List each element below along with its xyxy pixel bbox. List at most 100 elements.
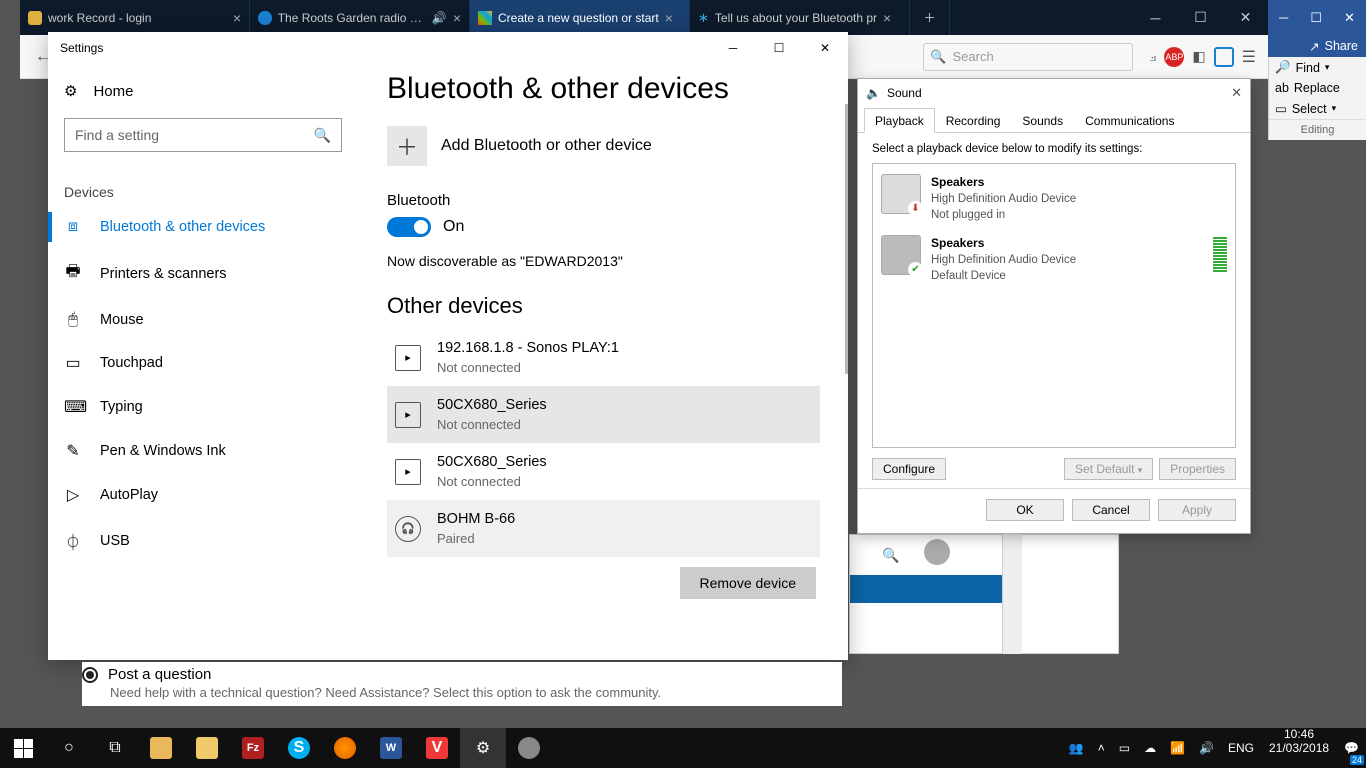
nav-bluetooth[interactable]: ⧈Bluetooth & other devices — [48, 206, 358, 248]
unplugged-badge-icon: ⬇ — [908, 201, 923, 216]
close-icon[interactable]: × — [883, 10, 891, 26]
browser-close[interactable]: ✕ — [1223, 0, 1268, 35]
browser-tab-3[interactable]: ∗ Tell us about your Bluetooth pr × — [690, 0, 910, 35]
close-icon[interactable]: ✕ — [1231, 85, 1242, 101]
close-icon[interactable]: × — [665, 10, 673, 26]
tab-playback[interactable]: Playback — [864, 108, 935, 133]
question-title: Post a question — [108, 666, 211, 683]
tab-sounds[interactable]: Sounds — [1011, 108, 1074, 133]
audio-icon[interactable]: 🔊 — [432, 11, 447, 25]
cortana-button[interactable]: ○ — [46, 728, 92, 768]
taskbar-app[interactable] — [184, 728, 230, 768]
tab-communications[interactable]: Communications — [1074, 108, 1185, 133]
select-button[interactable]: ▭Select▾ — [1269, 98, 1366, 119]
taskbar-app-word[interactable]: W — [368, 728, 414, 768]
browser-min[interactable]: ─ — [1133, 0, 1178, 35]
post-question-option[interactable]: Post a question Need help with a technic… — [82, 662, 842, 706]
level-meter — [1213, 235, 1227, 272]
word-max[interactable]: ☐ — [1310, 10, 1322, 26]
page-title: Bluetooth & other devices — [387, 72, 820, 106]
word-close[interactable]: ✕ — [1344, 10, 1355, 26]
browser-max[interactable]: ☐ — [1178, 0, 1223, 35]
nav-usb[interactable]: ⏀USB — [48, 517, 358, 565]
browser-tab-2[interactable]: Create a new question or start × — [470, 0, 690, 35]
remove-device-button[interactable]: Remove device — [680, 567, 817, 599]
device-item[interactable]: ▸ 192.168.1.8 - Sonos PLAY:1Not connecte… — [387, 329, 820, 386]
sidebar-icon[interactable]: ◧ — [1192, 48, 1205, 65]
nav-mouse[interactable]: 🖱Mouse — [48, 299, 358, 341]
word-share-bar[interactable]: ↗ Share — [1268, 35, 1366, 57]
nav-pen[interactable]: ✎Pen & Windows Ink — [48, 429, 358, 473]
radio-selected[interactable] — [82, 667, 98, 683]
home-button[interactable]: ⚙ Home — [48, 74, 358, 108]
menu-icon[interactable]: ☰ — [1242, 47, 1256, 67]
browser-tab-1[interactable]: The Roots Garden radio sho 🔊 × — [250, 0, 470, 35]
library-icon[interactable]: ⟓ — [1149, 48, 1156, 65]
tab-recording[interactable]: Recording — [935, 108, 1012, 133]
tray-wifi-icon[interactable]: 📶 — [1163, 728, 1192, 768]
taskbar-app-skype[interactable]: S — [276, 728, 322, 768]
start-button[interactable] — [0, 728, 46, 768]
browser-tab-bar: work Record - login × The Roots Garden r… — [20, 0, 1268, 35]
nav-typing[interactable]: ⌨Typing — [48, 385, 358, 429]
ok-button[interactable]: OK — [986, 499, 1064, 521]
nav-autoplay[interactable]: ▷AutoPlay — [48, 473, 358, 517]
taskbar: ○ ⧉ Fz S W V ⚙ 👥 ˄ ▭ ☁ 📶 🔊 ENG 10:46 21/… — [0, 728, 1366, 768]
set-default-button[interactable]: Set Default ▾ — [1064, 458, 1153, 480]
replace-button[interactable]: abReplace — [1269, 78, 1366, 98]
minimize-button[interactable]: ─ — [710, 32, 756, 64]
sound-dialog: 🔈 Sound ✕ Playback Recording Sounds Comm… — [857, 78, 1251, 534]
device-item[interactable]: 🎧 BOHM B-66Paired — [387, 500, 820, 557]
device-item[interactable]: ▸ 50CX680_SeriesNot connected — [387, 443, 820, 500]
apply-button[interactable]: Apply — [1158, 499, 1236, 521]
word-scrollbar[interactable] — [1002, 534, 1022, 654]
window-title: Settings — [60, 41, 103, 55]
nav-touchpad[interactable]: ▭Touchpad — [48, 341, 358, 385]
search-input[interactable]: 🔍 Search — [923, 43, 1133, 71]
add-device-button[interactable]: ＋ Add Bluetooth or other device — [387, 126, 820, 166]
tray-onedrive-icon[interactable]: ☁ — [1137, 728, 1163, 768]
abp-icon[interactable]: ABP — [1164, 47, 1184, 67]
find-setting-input[interactable]: Find a setting 🔍 — [64, 118, 342, 152]
close-button[interactable]: ✕ — [802, 32, 848, 64]
taskbar-app-settings[interactable]: ⚙ — [460, 728, 506, 768]
replace-icon: ab — [1275, 81, 1289, 95]
word-min[interactable]: ─ — [1279, 10, 1288, 25]
clock-time: 10:46 — [1284, 728, 1314, 742]
nav-printers[interactable]: 🖶Printers & scanners — [48, 248, 358, 299]
playback-device[interactable]: ✔ Speakers High Definition Audio Device … — [877, 229, 1231, 290]
taskbar-app[interactable] — [138, 728, 184, 768]
extension-s-icon[interactable] — [1214, 47, 1234, 67]
new-tab-button[interactable]: ＋ — [910, 0, 950, 35]
configure-button[interactable]: Configure — [872, 458, 946, 480]
maximize-button[interactable]: ☐ — [756, 32, 802, 64]
discoverable-text: Now discoverable as "EDWARD2013" — [387, 253, 820, 269]
taskbar-app[interactable] — [506, 728, 552, 768]
device-item[interactable]: ▸ 50CX680_SeriesNot connected — [387, 386, 820, 443]
taskbar-app-firefox[interactable] — [322, 728, 368, 768]
tray-up-icon[interactable]: ˄ — [1091, 728, 1112, 768]
taskbar-app-filezilla[interactable]: Fz — [230, 728, 276, 768]
tray-people[interactable]: 👥 — [1062, 728, 1091, 768]
word-editing-group: 🔎Find▾ abReplace ▭Select▾ Editing — [1268, 57, 1366, 140]
close-icon[interactable]: × — [233, 10, 241, 26]
taskbar-app-vivaldi[interactable]: V — [414, 728, 460, 768]
cancel-button[interactable]: Cancel — [1072, 499, 1150, 521]
bluetooth-toggle[interactable] — [387, 217, 431, 237]
task-view-button[interactable]: ⧉ — [92, 728, 138, 768]
tray-language[interactable]: ENG — [1221, 728, 1261, 768]
properties-button[interactable]: Properties — [1159, 458, 1236, 480]
tray-notifications[interactable]: 💬24 — [1337, 728, 1366, 768]
close-icon[interactable]: × — [453, 10, 461, 26]
keyboard-icon: ⌨ — [64, 397, 82, 417]
tray-volume-icon[interactable]: 🔊 — [1192, 728, 1221, 768]
playback-device[interactable]: ⬇ Speakers High Definition Audio Device … — [877, 168, 1231, 229]
tray-clock[interactable]: 10:46 21/03/2018 — [1261, 728, 1337, 768]
bluetooth-toggle-row: On — [387, 217, 820, 237]
settings-sidebar: ⚙ Home Find a setting 🔍 Devices ⧈Bluetoo… — [48, 64, 358, 660]
content-scrollbar[interactable] — [845, 104, 848, 374]
group-label: Editing — [1269, 119, 1366, 140]
browser-tab-0[interactable]: work Record - login × — [20, 0, 250, 35]
tray-battery-icon[interactable]: ▭ — [1112, 728, 1137, 768]
find-button[interactable]: 🔎Find▾ — [1269, 57, 1366, 78]
